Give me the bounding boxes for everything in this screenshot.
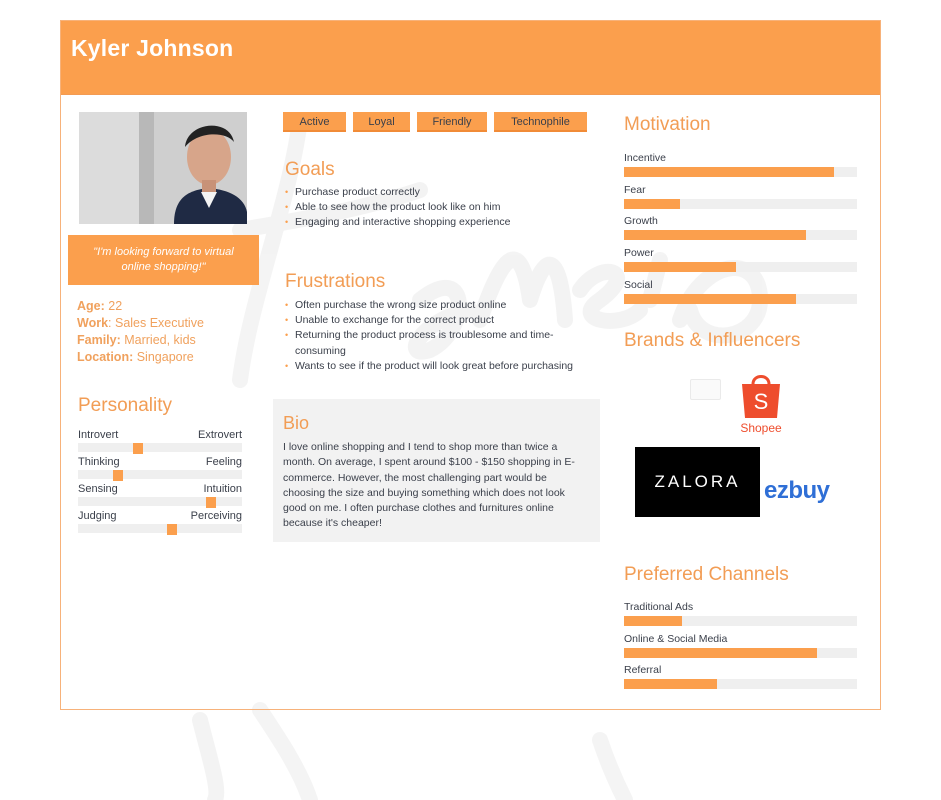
goal-item: Purchase product correctly bbox=[285, 185, 583, 200]
trait-marker bbox=[167, 524, 177, 535]
persona-card: Kyler Johnson "I'm looking forward to vi… bbox=[60, 20, 881, 710]
shopee-bag-icon: S bbox=[742, 375, 780, 418]
motivation-fill bbox=[624, 167, 834, 177]
detail-family-value: Married, kids bbox=[120, 333, 196, 347]
trait-left-label: Thinking bbox=[78, 456, 120, 468]
bio-panel: Bio I love online shopping and I tend to… bbox=[273, 399, 600, 542]
detail-location-label: Location: bbox=[77, 350, 134, 364]
channel-bars: Traditional Ads Online & Social Media Re… bbox=[624, 601, 857, 696]
motivation-label: Growth bbox=[624, 215, 658, 228]
shopee-label: Shopee bbox=[740, 421, 782, 435]
trait-right-label: Feeling bbox=[205, 456, 242, 468]
trait-track bbox=[78, 524, 242, 533]
motivation-label: Incentive bbox=[624, 152, 667, 164]
motivation-title: Motivation bbox=[624, 114, 711, 135]
personality-title: Personality bbox=[78, 395, 172, 416]
trait-left-label: Introvert bbox=[78, 429, 119, 441]
detail-age-label: Age: bbox=[77, 299, 105, 313]
motivation-label: Social bbox=[624, 278, 653, 291]
persona-photo bbox=[79, 112, 247, 224]
detail-work-label: Work bbox=[77, 316, 109, 330]
trait-right-label: Perceiving bbox=[190, 510, 242, 522]
channel-label: Referral bbox=[624, 664, 662, 677]
frustrations-title: Frustrations bbox=[285, 271, 386, 292]
tag-loyal: Loyal bbox=[353, 112, 410, 132]
persona-header: Kyler Johnson bbox=[61, 21, 880, 95]
trait-marker bbox=[113, 470, 123, 481]
frustration-item: Unable to exchange for the correct produ… bbox=[285, 313, 583, 328]
channel-fill bbox=[624, 679, 717, 690]
detail-location: Location: Singapore bbox=[77, 349, 204, 366]
trait-marker bbox=[206, 497, 216, 508]
frustration-item: Often purchase the wrong size product on… bbox=[285, 298, 583, 313]
persona-details: Age: 22 Work: Sales Executive Family: Ma… bbox=[77, 298, 204, 366]
trait-row: Sensing Intuition bbox=[78, 483, 242, 510]
tag-active: Active bbox=[283, 112, 346, 132]
channel-label: Traditional Ads bbox=[624, 601, 694, 613]
shopee-logo: S Shopee bbox=[736, 372, 786, 435]
trait-right-label: Intuition bbox=[203, 483, 242, 495]
trait-marker bbox=[133, 443, 143, 454]
trait-track bbox=[78, 443, 242, 452]
channel-fill bbox=[624, 647, 817, 658]
channel-row: Online & Social Media bbox=[624, 633, 857, 665]
detail-family: Family: Married, kids bbox=[77, 332, 204, 349]
bio-title: Bio bbox=[283, 413, 310, 433]
brands-title: Brands & Influencers bbox=[624, 330, 801, 351]
channel-fill bbox=[624, 616, 682, 626]
detail-location-value: Singapore bbox=[133, 350, 194, 364]
detail-age-value: 22 bbox=[104, 299, 123, 313]
motivation-row: Incentive bbox=[624, 152, 857, 184]
svg-text:S: S bbox=[754, 389, 769, 414]
goal-item: Able to see how the product look like on… bbox=[285, 200, 583, 215]
tag-friendly: Friendly bbox=[417, 112, 487, 132]
motivation-row: Power bbox=[624, 247, 857, 279]
trait-track bbox=[78, 497, 242, 506]
detail-work-value: : Sales Executive bbox=[108, 316, 204, 330]
frustrations-list: Often purchase the wrong size product on… bbox=[285, 298, 583, 374]
trait-right-label: Extrovert bbox=[197, 429, 242, 441]
goals-list: Purchase product correctly Able to see h… bbox=[285, 185, 583, 231]
channel-row: Referral bbox=[624, 664, 857, 696]
bio-text: I love online shopping and I tend to sho… bbox=[283, 441, 575, 530]
personality-scales: Introvert Extrovert Thinking Feeling Sen… bbox=[78, 429, 242, 537]
trait-row: Judging Perceiving bbox=[78, 510, 242, 537]
frustration-item: Wants to see if the product will look gr… bbox=[285, 359, 583, 374]
detail-work: Work: Sales Executive bbox=[77, 315, 204, 332]
detail-family-label: Family: bbox=[77, 333, 121, 347]
motivation-fill bbox=[624, 230, 806, 241]
persona-quote: "I'm looking forward to virtual online s… bbox=[68, 235, 259, 285]
goals-title: Goals bbox=[285, 159, 335, 180]
motivation-fill bbox=[624, 293, 796, 304]
channel-row: Traditional Ads bbox=[624, 601, 857, 633]
trait-track bbox=[78, 470, 242, 479]
trait-left-label: Sensing bbox=[78, 483, 118, 495]
channel-label: Online & Social Media bbox=[624, 632, 728, 645]
trait-left-label: Judging bbox=[78, 510, 117, 522]
motivation-row: Fear bbox=[624, 184, 857, 216]
persona-name: Kyler Johnson bbox=[71, 35, 234, 61]
channels-title: Preferred Channels bbox=[624, 564, 789, 585]
frustration-item: Returning the product process is trouble… bbox=[285, 328, 583, 358]
motivation-bars: Incentive Fear Growth Power Social bbox=[624, 152, 857, 310]
zalora-logo: ZALORA bbox=[635, 447, 760, 517]
motivation-fill bbox=[624, 198, 680, 209]
goal-item: Engaging and interactive shopping experi… bbox=[285, 215, 583, 230]
small-brand-logo bbox=[690, 379, 721, 400]
ezbuy-logo: ezbuy bbox=[764, 477, 830, 504]
motivation-label: Power bbox=[624, 247, 654, 260]
motivation-fill bbox=[624, 262, 736, 273]
trait-row: Thinking Feeling bbox=[78, 456, 242, 483]
motivation-label: Fear bbox=[624, 183, 646, 196]
motivation-row: Growth bbox=[624, 215, 857, 247]
motivation-row: Social bbox=[624, 279, 857, 311]
trait-row: Introvert Extrovert bbox=[78, 429, 242, 456]
tag-technophile: Technophile bbox=[494, 112, 587, 132]
detail-age: Age: 22 bbox=[77, 298, 204, 315]
